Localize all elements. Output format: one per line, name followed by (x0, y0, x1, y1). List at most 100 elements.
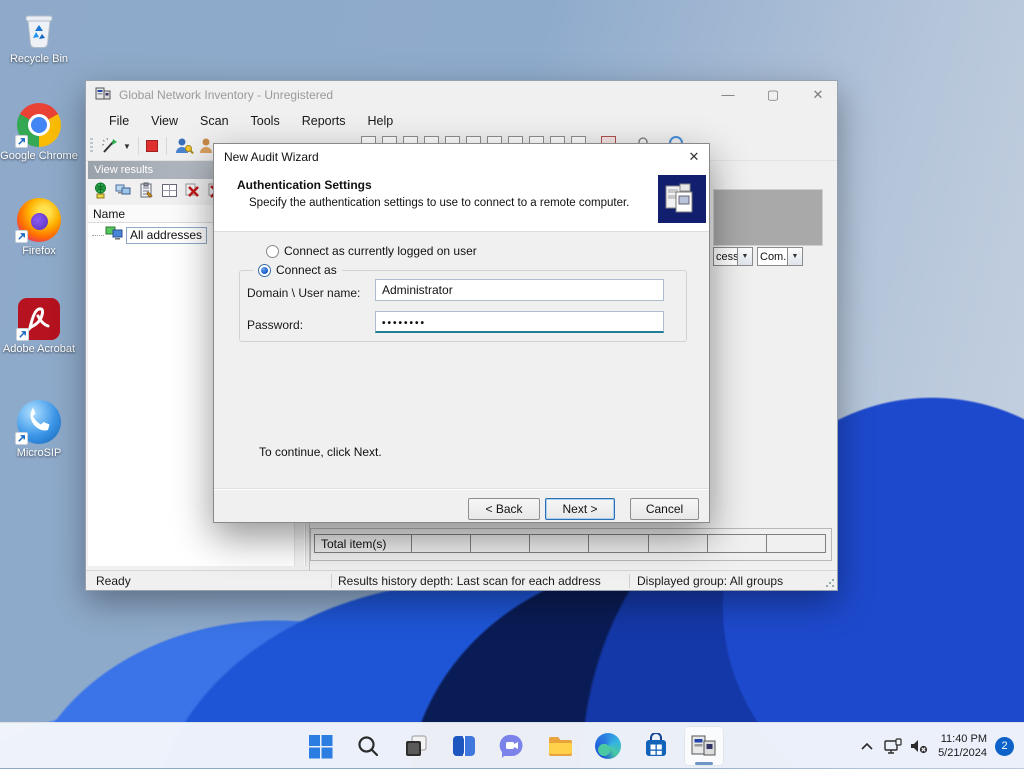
delete-result-icon[interactable] (184, 182, 201, 202)
desktop-icon-chrome[interactable]: Google Chrome (0, 103, 78, 163)
next-button[interactable]: Next > (545, 498, 615, 520)
desktop-icon-label: Firefox (22, 245, 56, 257)
task-view-icon (406, 735, 427, 756)
totals-footer: Total item(s) (310, 528, 832, 561)
widgets-button[interactable] (444, 726, 484, 766)
back-button[interactable]: < Back (468, 498, 540, 520)
wizard-header: Authentication Settings Specify the auth… (214, 169, 709, 232)
folder-icon (548, 736, 572, 756)
total-cell (647, 535, 707, 552)
tray-time: 11:40 PM (940, 733, 987, 745)
grid-view-icon[interactable] (161, 182, 178, 202)
edge-button[interactable] (588, 726, 628, 766)
search-icon (358, 736, 379, 757)
tray-date: 5/21/2024 (938, 747, 987, 759)
wizard-dropdown-caret[interactable]: ▼ (123, 142, 131, 151)
edge-icon (595, 733, 621, 759)
password-label: Password: (247, 318, 304, 332)
total-cell (706, 535, 766, 552)
cancel-button[interactable]: Cancel (630, 498, 699, 520)
network-scan-icon[interactable] (92, 182, 109, 202)
store-button[interactable] (636, 726, 676, 766)
wizard-computer-icon (658, 175, 706, 223)
taskbar: 11:40 PM 5/21/2024 2 (0, 722, 1024, 768)
desktop-icon-label: Adobe Acrobat (2, 343, 76, 355)
menu-help[interactable]: Help (357, 111, 405, 131)
menu-bar: File View Scan Tools Reports Help (86, 109, 837, 133)
chevron-down-icon[interactable]: ▼ (787, 248, 802, 265)
shortcut-arrow-icon (15, 135, 28, 148)
shortcut-arrow-icon (15, 432, 28, 445)
desktop-icon-acrobat[interactable]: Adobe Acrobat (0, 298, 78, 356)
desktop-icon-firefox[interactable]: Firefox (0, 198, 78, 258)
menu-scan[interactable]: Scan (189, 111, 240, 131)
notification-badge[interactable]: 2 (995, 736, 1014, 756)
dialog-close-icon[interactable]: ✕ (684, 147, 704, 166)
desktop-icon-label: Recycle Bin (9, 53, 69, 65)
start-button[interactable] (300, 726, 340, 766)
dialog-titlebar[interactable]: New Audit Wizard (214, 144, 709, 169)
task-view-button[interactable] (396, 726, 436, 766)
menu-file[interactable]: File (98, 111, 140, 131)
maximize-button[interactable]: ▢ (756, 81, 790, 108)
results-banner (713, 189, 823, 246)
chat-button[interactable] (492, 726, 532, 766)
user-credentials-icon[interactable] (174, 136, 194, 159)
status-ready: Ready (96, 574, 131, 588)
radio-off-icon[interactable] (266, 244, 279, 258)
wizard-heading: Authentication Settings (237, 178, 372, 192)
tree-item-label[interactable]: All addresses (126, 226, 208, 244)
total-cell (470, 535, 529, 552)
firefox-icon (15, 198, 61, 243)
radio-connect-as-label[interactable]: Connect as (276, 263, 337, 277)
gni-app-button[interactable] (684, 726, 724, 766)
search-button[interactable] (348, 726, 388, 766)
menu-reports[interactable]: Reports (291, 111, 357, 131)
chat-icon (499, 734, 523, 758)
menu-view[interactable]: View (140, 111, 189, 131)
total-cell (411, 535, 470, 552)
new-audit-wizard-dialog: New Audit Wizard ✕ Authentication Settin… (213, 143, 710, 523)
tasks-icon[interactable] (138, 182, 155, 202)
dialog-title: New Audit Wizard (224, 149, 319, 164)
menu-tools[interactable]: Tools (240, 111, 291, 131)
acrobat-icon (16, 298, 60, 341)
tree-item-all-addresses[interactable]: All addresses (92, 226, 208, 244)
computers-icon[interactable] (115, 182, 132, 202)
microsip-icon (15, 400, 61, 445)
total-items-label: Total item(s) (321, 537, 387, 551)
desktop-icon-label: Google Chrome (0, 150, 78, 162)
close-button[interactable]: ✕ (801, 81, 835, 108)
shortcut-arrow-icon (15, 230, 28, 243)
stop-scan-icon[interactable] (146, 140, 158, 152)
process-filter-dropdown[interactable]: cess... ▼ (713, 247, 753, 266)
file-explorer-button[interactable] (540, 726, 580, 766)
tray-chevron-up-icon[interactable] (854, 723, 880, 769)
domain-user-field[interactable]: Administrator (375, 279, 664, 301)
computer-filter-dropdown[interactable]: Com... ▼ (757, 247, 803, 266)
tray-volume-muted-icon[interactable] (906, 723, 932, 769)
total-cell (765, 535, 825, 552)
continue-hint: To continue, click Next. (259, 445, 382, 459)
radio-current-user-label[interactable]: Connect as currently logged on user (284, 244, 477, 258)
gni-app-icon (691, 735, 716, 756)
desktop-icon-recycle-bin[interactable]: Recycle Bin (0, 8, 78, 66)
radio-current-user[interactable]: Connect as currently logged on user (266, 244, 477, 258)
store-icon (646, 733, 666, 756)
status-history-depth: Results history depth: Last scan for eac… (338, 574, 601, 588)
resize-grip[interactable] (825, 578, 835, 588)
radio-on-icon[interactable] (258, 263, 271, 277)
minimize-button[interactable]: — (711, 81, 745, 108)
tray-clock[interactable]: 11:40 PM 5/21/2024 (938, 732, 987, 760)
address-group-icon (105, 226, 123, 244)
password-field[interactable]: •••••••• (375, 311, 664, 333)
chrome-icon (15, 103, 61, 148)
shortcut-arrow-icon (16, 328, 29, 341)
desktop-icon-microsip[interactable]: MicroSIP (0, 400, 78, 460)
chevron-down-icon[interactable]: ▼ (737, 248, 752, 265)
new-scan-wizard-icon[interactable] (100, 136, 120, 159)
app-icon (95, 86, 111, 105)
radio-connect-as[interactable]: Connect as (253, 263, 342, 277)
window-title: Global Network Inventory - Unregistered (119, 88, 334, 102)
tray-network-icon[interactable] (880, 723, 906, 769)
